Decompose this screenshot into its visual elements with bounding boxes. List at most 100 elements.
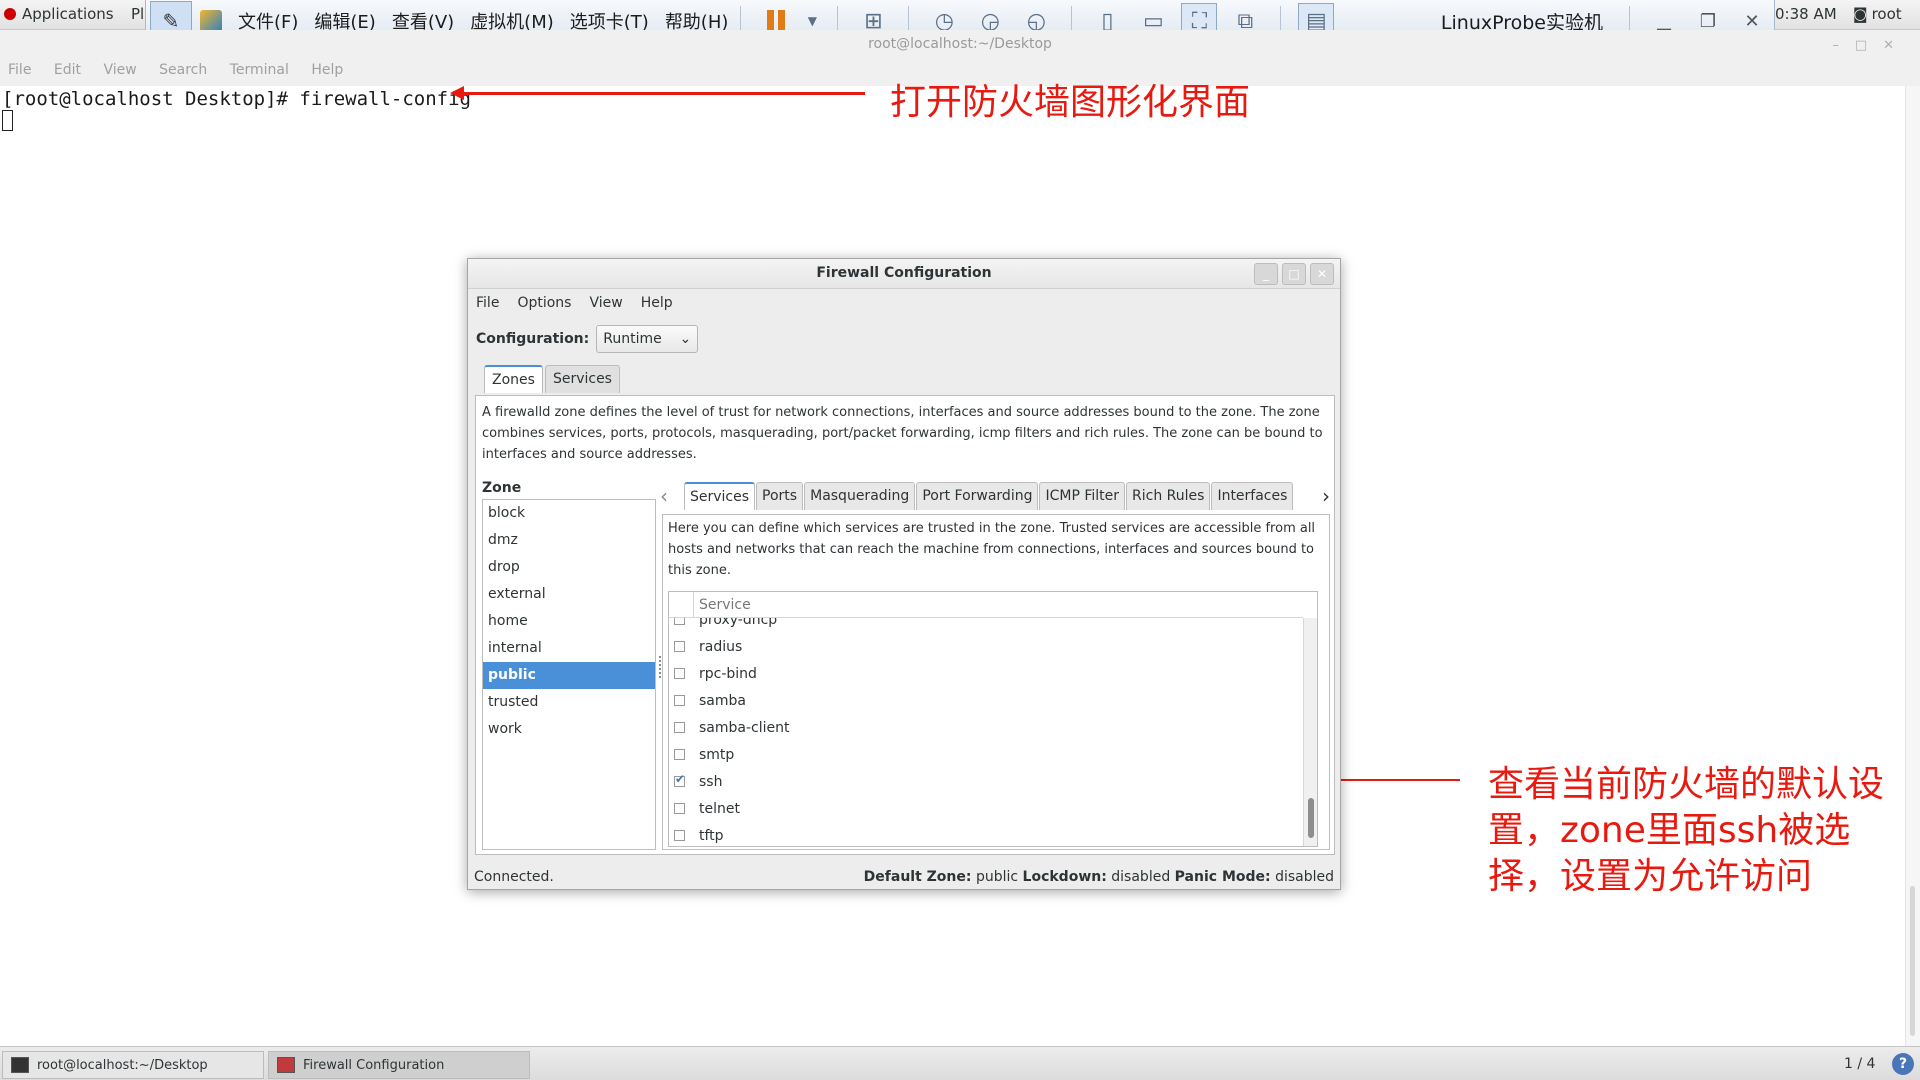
terminal-titlebar: root@localhost:~/Desktop –□✕ — [0, 30, 1920, 62]
default-zone-label: Default Zone: — [863, 869, 972, 885]
service-name: radius — [699, 638, 743, 655]
terminal-scrollbar[interactable] — [1905, 86, 1920, 1046]
fw-close-button[interactable]: ✕ — [1310, 263, 1334, 285]
chevron-left-icon[interactable]: ‹ — [660, 484, 668, 508]
tab-services[interactable]: Services — [544, 365, 620, 393]
service-row-radius: radius — [669, 633, 1303, 660]
places-menu[interactable]: Pl — [131, 5, 144, 23]
zone-item-dmz[interactable]: dmz — [483, 527, 655, 554]
minimize-icon: _ — [1263, 267, 1269, 281]
status-bar: Connected. Default Zone: public Lockdown… — [474, 869, 1334, 885]
fw-menu-view[interactable]: View — [589, 295, 622, 311]
service-checkbox-tftp[interactable] — [674, 830, 685, 841]
services-scrollbar[interactable] — [1303, 618, 1317, 846]
zone-item-block[interactable]: block — [483, 500, 655, 527]
redhat-icon — [4, 8, 16, 20]
zone-item-external[interactable]: external — [483, 581, 655, 608]
zone-item-work[interactable]: work — [483, 716, 655, 743]
fw-menu-file[interactable]: File — [476, 295, 499, 311]
zone-item-trusted[interactable]: trusted — [483, 689, 655, 716]
zone-list-label: Zone — [482, 480, 522, 496]
tab-zones[interactable]: Zones — [484, 365, 543, 393]
configuration-select[interactable]: Runtime ⌄ — [596, 325, 699, 353]
terminal-menu-help[interactable]: Help — [311, 62, 343, 78]
service-row-smtp: smtp — [669, 741, 1303, 768]
terminal-menu-search[interactable]: Search — [159, 62, 207, 78]
service-name: rpc-bind — [699, 665, 757, 682]
terminal-menu-terminal[interactable]: Terminal — [230, 62, 289, 78]
service-checkbox-smtp[interactable] — [674, 749, 685, 760]
chevron-right-icon[interactable]: › — [1322, 484, 1330, 508]
subtab-interfaces[interactable]: Interfaces — [1211, 482, 1294, 510]
user-menu[interactable]: ◙ root — [1853, 5, 1902, 23]
terminal-title: root@localhost:~/Desktop — [868, 36, 1052, 52]
clock[interactable]: 0:38 AM — [1775, 5, 1837, 23]
chevron-down-icon: ⌄ — [679, 331, 692, 347]
service-name: smtp — [699, 746, 735, 763]
firewall-icon — [277, 1057, 295, 1073]
service-row-samba-client: samba-client — [669, 714, 1303, 741]
pause-icon — [767, 10, 786, 32]
status-details: Default Zone: public Lockdown: disabled … — [864, 869, 1334, 885]
terminal-window-controls[interactable]: –□✕ — [1832, 38, 1910, 53]
scrollbar-thumb[interactable] — [1308, 798, 1314, 838]
services-list: proxy-dhcp radius rpc-bind samba samba-c… — [668, 591, 1318, 847]
vmware-logo-icon — [200, 10, 222, 32]
service-name: ssh — [699, 773, 723, 790]
fw-menu-help[interactable]: Help — [641, 295, 673, 311]
services-description: Here you can define which services are t… — [668, 521, 1316, 578]
service-checkbox-samba-client[interactable] — [674, 722, 685, 733]
terminal-prompt: [root@localhost Desktop]# firewall-confi… — [2, 88, 471, 110]
terminal-menu-edit[interactable]: Edit — [54, 62, 81, 78]
subtab-icmp-filter[interactable]: ICMP Filter — [1039, 482, 1126, 510]
service-name: samba-client — [699, 719, 790, 736]
service-checkbox-radius[interactable] — [674, 641, 685, 652]
service-name: telnet — [699, 800, 740, 817]
zone-item-drop[interactable]: drop — [483, 554, 655, 581]
service-name: tftp — [699, 827, 724, 844]
subtab-port-forwarding[interactable]: Port Forwarding — [916, 482, 1039, 510]
service-checkbox-telnet[interactable] — [674, 803, 685, 814]
service-column-header[interactable]: Service — [669, 592, 1303, 618]
taskbar-item-firewall[interactable]: Firewall Configuration — [268, 1051, 530, 1079]
zone-sub-tabs: Services Ports Masquerading Port Forward… — [684, 482, 1294, 510]
workspace-indicator[interactable]: 1 / 4 — [1844, 1056, 1875, 1072]
firewall-titlebar[interactable]: Firewall Configuration _ □ ✕ — [468, 259, 1340, 289]
lockdown-label: Lockdown: — [1022, 869, 1107, 885]
subtab-masquerading[interactable]: Masquerading — [804, 482, 916, 510]
configuration-label: Configuration: — [476, 331, 590, 347]
services-panel: Here you can define which services are t… — [662, 514, 1330, 850]
subtab-services[interactable]: Services — [684, 482, 756, 510]
terminal-cursor — [2, 110, 13, 131]
terminal-menu-view[interactable]: View — [103, 62, 136, 78]
service-checkbox-samba[interactable] — [674, 695, 685, 706]
subtab-rich-rules[interactable]: Rich Rules — [1126, 482, 1211, 510]
service-row-samba: samba — [669, 687, 1303, 714]
fw-menu-options[interactable]: Options — [517, 295, 571, 311]
taskbar-item-terminal[interactable]: root@localhost:~/Desktop — [2, 1051, 264, 1079]
panic-mode-value: disabled — [1275, 869, 1334, 885]
terminal-menu-file[interactable]: File — [8, 62, 31, 78]
service-checkbox-rpc-bind[interactable] — [674, 668, 685, 679]
applications-label: Applications — [22, 5, 114, 23]
applications-menu[interactable]: Applications — [4, 5, 114, 23]
fw-minimize-button[interactable]: _ — [1254, 263, 1278, 285]
help-icon[interactable]: ? — [1892, 1053, 1914, 1075]
lockdown-value: disabled — [1111, 869, 1171, 885]
subtab-ports[interactable]: Ports — [756, 482, 804, 510]
column-separator — [693, 592, 694, 617]
service-column-label: Service — [699, 597, 751, 613]
zone-item-internal[interactable]: internal — [483, 635, 655, 662]
service-checkbox-ssh[interactable] — [674, 772, 685, 787]
zone-item-home[interactable]: home — [483, 608, 655, 635]
firewall-title: Firewall Configuration — [816, 265, 992, 281]
zones-panel: A firewalld zone defines the level of tr… — [475, 395, 1335, 855]
service-row-telnet: telnet — [669, 795, 1303, 822]
annotation-top: 打开防火墙图形化界面 — [890, 82, 1251, 123]
fw-maximize-button[interactable]: □ — [1282, 263, 1306, 285]
default-zone-value: public — [975, 869, 1019, 885]
zone-item-public[interactable]: public — [483, 662, 655, 689]
scrollbar-thumb[interactable] — [1910, 886, 1915, 1036]
user-label: root — [1871, 5, 1902, 23]
close-icon: ✕ — [1744, 10, 1760, 32]
